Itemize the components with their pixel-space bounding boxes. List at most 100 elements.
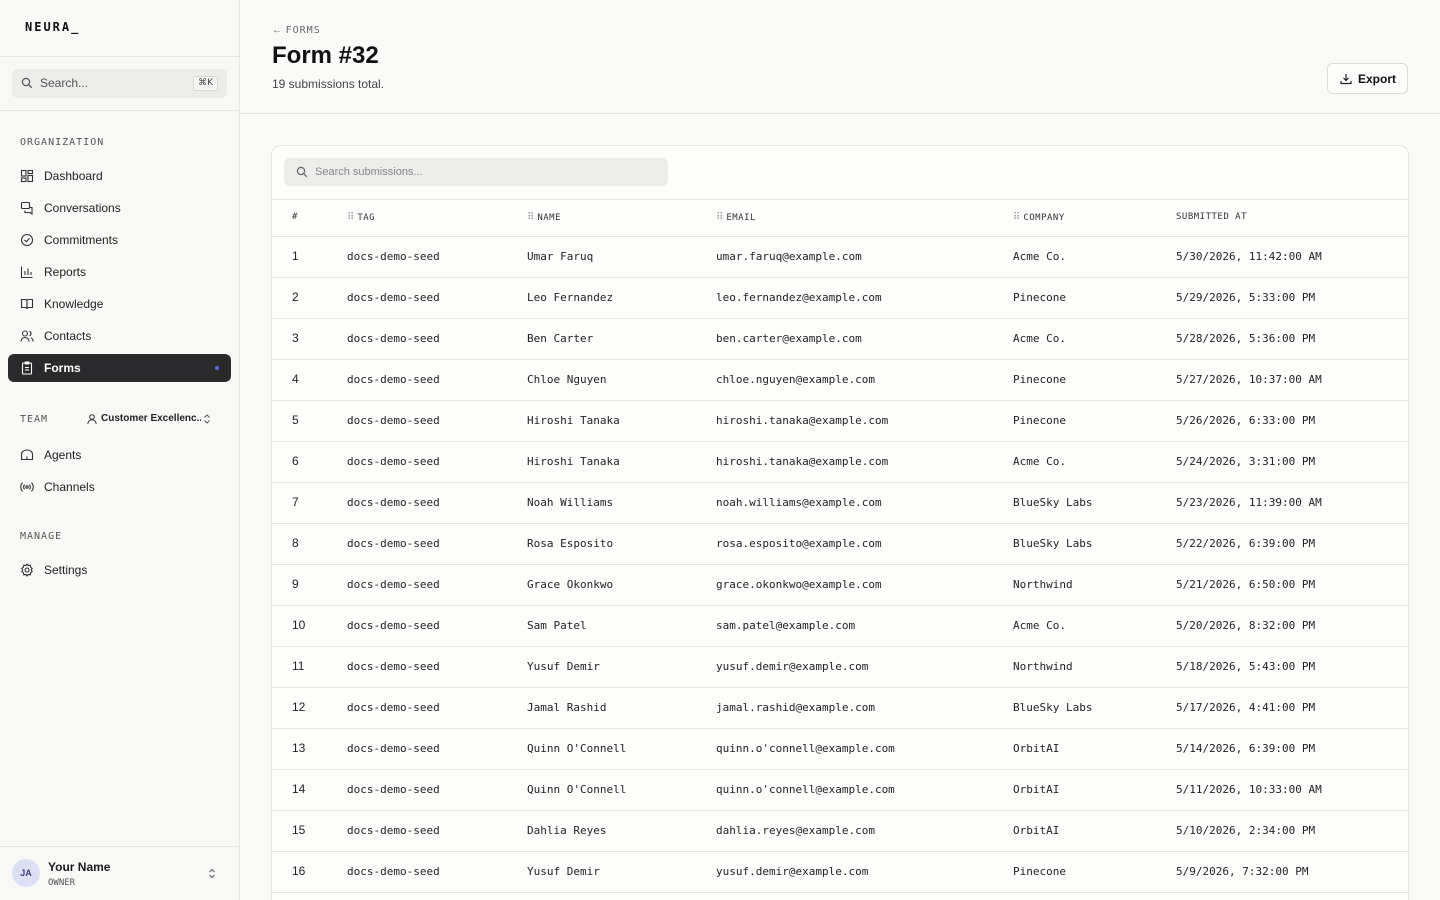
row-tag: docs-demo-seed	[347, 660, 440, 673]
row-tag: docs-demo-seed	[347, 332, 440, 345]
table-row[interactable]: 1 docs-demo-seed Umar Faruq umar.faruq@exam…	[272, 237, 1408, 278]
column-header-number[interactable]: #	[292, 212, 298, 222]
column-header-label: TAG	[357, 213, 376, 223]
sidebar-item-agents[interactable]: Agents	[8, 441, 231, 469]
row-email: leo.fernandez@example.com	[716, 291, 882, 304]
sidebar-item-label: Contacts	[44, 329, 92, 343]
sidebar-item-label: Commitments	[44, 233, 119, 247]
dashboard-icon	[20, 169, 34, 183]
column-header-email[interactable]: ⠿ EMAIL	[716, 212, 756, 223]
row-submitted-at: 5/11/2026, 10:33:00 AM	[1176, 783, 1322, 796]
sidebar-item-label: Dashboard	[44, 169, 103, 183]
row-tag: docs-demo-seed	[347, 824, 440, 837]
row-company: Acme Co.	[1013, 619, 1066, 632]
column-header-company[interactable]: ⠿ COMPANY	[1013, 212, 1065, 223]
row-email: yusuf.demir@example.com	[716, 865, 869, 878]
sidebar-item-settings[interactable]: Settings	[8, 556, 231, 584]
row-email: umar.faruq@example.com	[716, 250, 862, 263]
table-row[interactable]: 7 docs-demo-seed Noah Williams noah.william…	[272, 483, 1408, 524]
submissions-search-input[interactable]	[315, 163, 655, 181]
row-tag: docs-demo-seed	[347, 455, 440, 468]
radio-icon	[20, 480, 34, 494]
row-email: hiroshi.tanaka@example.com	[716, 414, 889, 427]
row-name: Sam Patel	[527, 619, 587, 632]
row-number: 13	[292, 741, 306, 755]
chat-icon	[20, 201, 34, 215]
gear-icon	[20, 563, 34, 577]
row-tag: docs-demo-seed	[347, 578, 440, 591]
search-shortcut-badge: ⌘K	[193, 76, 218, 91]
sidebar-item-conversations[interactable]: Conversations	[8, 194, 231, 222]
back-to-forms-link[interactable]: ← FORMS	[272, 21, 321, 36]
drag-handle-icon[interactable]: ⠿	[716, 212, 723, 223]
team-selector-label: Customer Excellenc...	[101, 413, 201, 424]
row-number: 11	[292, 659, 305, 673]
table-row[interactable]: 10 docs-demo-seed Sam Patel sam.patel@examp…	[272, 606, 1408, 647]
sidebar-item-reports[interactable]: Reports	[8, 258, 231, 286]
export-button[interactable]: Export	[1327, 63, 1408, 94]
row-number: 6	[292, 454, 299, 468]
row-email: quinn.o'connell@example.com	[716, 742, 895, 755]
table-row[interactable]: 4 docs-demo-seed Chloe Nguyen chloe.nguyen@…	[272, 360, 1408, 401]
table-row[interactable]: 13 docs-demo-seed Quinn O'Connell quinn.o'c…	[272, 729, 1408, 770]
user-menu[interactable]: JA Your Name OWNER	[0, 846, 239, 900]
drag-handle-icon[interactable]: ⠿	[347, 212, 354, 223]
row-submitted-at: 5/21/2026, 6:50:00 PM	[1176, 578, 1316, 591]
table-row[interactable]: 11 docs-demo-seed Yusuf Demir yusuf.demir@e…	[272, 647, 1408, 688]
column-header-tag[interactable]: ⠿ TAG	[347, 212, 375, 223]
row-email: dahlia.reyes@example.com	[716, 824, 875, 837]
global-search[interactable]: Search... ⌘K	[12, 69, 227, 98]
row-tag: docs-demo-seed	[347, 701, 440, 714]
column-header-submitted-at[interactable]: SUBMITTED AT	[1176, 212, 1247, 222]
row-company: Acme Co.	[1013, 455, 1066, 468]
table-row[interactable]: 3 docs-demo-seed Ben Carter ben.carter@exam…	[272, 319, 1408, 360]
row-name: Quinn O'Connell	[527, 783, 627, 796]
table-row[interactable]: 15 docs-demo-seed Dahlia Reyes dahlia.reyes…	[272, 811, 1408, 852]
sidebar-item-channels[interactable]: Channels	[8, 473, 231, 501]
table-row[interactable]: 5 docs-demo-seed Hiroshi Tanaka hiroshi.tan…	[272, 401, 1408, 442]
row-company: OrbitAI	[1013, 783, 1060, 796]
drag-handle-icon[interactable]: ⠿	[1013, 212, 1020, 223]
row-name: Quinn O'Connell	[527, 742, 627, 755]
section-label-manage: MANAGE	[20, 531, 63, 542]
sidebar-item-label: Forms	[44, 361, 81, 375]
column-header-name[interactable]: ⠿ NAME	[527, 212, 561, 223]
row-submitted-at: 5/17/2026, 4:41:00 PM	[1176, 701, 1316, 714]
book-icon	[20, 297, 34, 311]
row-submitted-at: 5/10/2026, 2:34:00 PM	[1176, 824, 1316, 837]
row-tag: docs-demo-seed	[347, 496, 440, 509]
table-row[interactable]: 14 docs-demo-seed Quinn O'Connell quinn.o'c…	[272, 770, 1408, 811]
sidebar-item-contacts[interactable]: Contacts	[8, 322, 231, 350]
sidebar-item-knowledge[interactable]: Knowledge	[8, 290, 231, 318]
row-name: Leo Fernandez	[527, 291, 614, 304]
row-submitted-at: 5/28/2026, 5:36:00 PM	[1176, 332, 1316, 345]
app-logo[interactable]: NEURA_	[25, 20, 80, 34]
row-tag: docs-demo-seed	[347, 865, 440, 878]
bar-chart-icon	[20, 265, 34, 279]
table-row[interactable]: 6 docs-demo-seed Hiroshi Tanaka hiroshi.tan…	[272, 442, 1408, 483]
user-icon	[86, 413, 98, 425]
table-row[interactable]: 8 docs-demo-seed Rosa Esposito rosa.esposit…	[272, 524, 1408, 565]
team-selector[interactable]: Customer Excellenc...	[84, 410, 214, 430]
submissions-search[interactable]	[284, 158, 668, 186]
drag-handle-icon[interactable]: ⠿	[527, 212, 534, 223]
search-icon	[296, 166, 308, 178]
row-submitted-at: 5/29/2026, 5:33:00 PM	[1176, 291, 1316, 304]
row-name: Hiroshi Tanaka	[527, 414, 620, 427]
table-row[interactable]: 16 docs-demo-seed Yusuf Demir yusuf.demir@e…	[272, 852, 1408, 893]
row-email: yusuf.demir@example.com	[716, 660, 869, 673]
main-content: ← FORMS Form #32 19 submissions total. E…	[240, 0, 1440, 900]
table-row[interactable]: 2 docs-demo-seed Leo Fernandez leo.fernande…	[272, 278, 1408, 319]
row-company: BlueSky Labs	[1013, 537, 1093, 550]
avatar: JA	[12, 859, 40, 887]
row-tag: docs-demo-seed	[347, 742, 440, 755]
sidebar-divider	[0, 56, 239, 57]
row-number: 12	[292, 700, 306, 714]
sidebar-item-forms[interactable]: Forms	[8, 354, 231, 382]
table-row[interactable]: 9 docs-demo-seed Grace Okonkwo grace.okonkw…	[272, 565, 1408, 606]
row-number: 15	[292, 823, 306, 837]
sidebar-item-dashboard[interactable]: Dashboard	[8, 162, 231, 190]
sidebar-item-commitments[interactable]: Commitments	[8, 226, 231, 254]
row-company: Pinecone	[1013, 373, 1066, 386]
table-row[interactable]: 12 docs-demo-seed Jamal Rashid jamal.rashid…	[272, 688, 1408, 729]
